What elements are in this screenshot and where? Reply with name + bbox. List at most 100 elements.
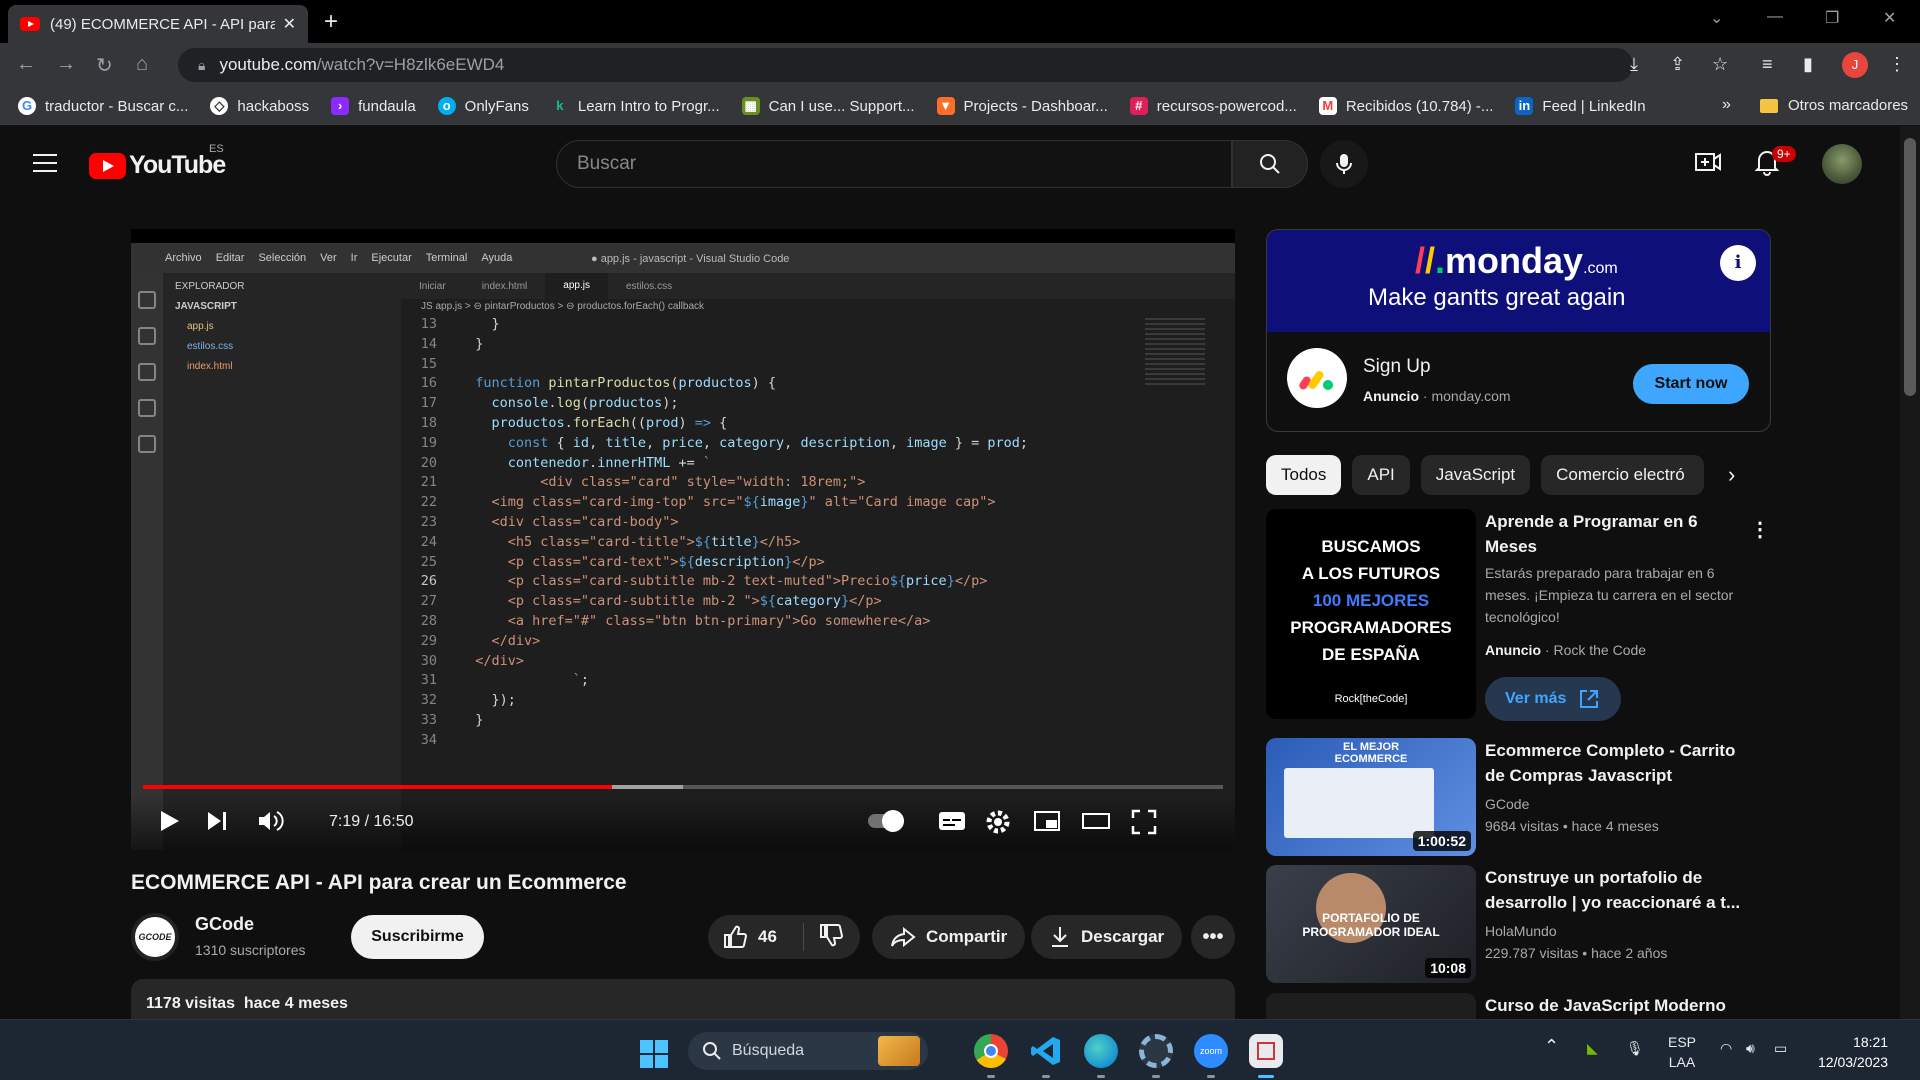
lock-icon[interactable]: 🔒︎ [198, 57, 205, 74]
chevron-right-icon[interactable]: › [1728, 462, 1735, 488]
bookmark-8[interactable]: # recursos-powercod... [1129, 97, 1297, 115]
channel-name[interactable]: GCode [195, 914, 254, 935]
bookmark-9[interactable]: M Recibidos (10.784) -... [1318, 97, 1493, 115]
browser-tab[interactable]: (49) ECOMMERCE API - API para crear un E… [8, 5, 308, 43]
back-button[interactable]: ← [16, 53, 36, 76]
subtitles-icon[interactable] [937, 809, 967, 833]
scrollbar-thumb[interactable] [1904, 138, 1916, 396]
profile-avatar[interactable]: J [1842, 52, 1868, 78]
menu-icon[interactable] [33, 154, 57, 172]
chevron-up-icon[interactable]: ⌃ [1544, 1036, 1559, 1057]
home-button[interactable]: ⌂ [136, 53, 148, 76]
channel-name[interactable]: GCode [1485, 796, 1529, 812]
tab-search-icon[interactable]: ⌄ [1710, 8, 1723, 28]
video-title[interactable]: Curso de JavaScript Moderno [1485, 993, 1755, 1018]
create-video-icon[interactable] [1694, 148, 1722, 176]
share-button[interactable]: Compartir [872, 915, 1026, 959]
bookmark-3[interactable]: › fundaula [331, 97, 416, 115]
windows-start-icon[interactable] [640, 1040, 668, 1068]
miniplayer-icon[interactable] [1033, 809, 1061, 833]
bookmarks-overflow-button[interactable]: » [1722, 96, 1731, 114]
media-control-icon[interactable]: ≡ [1762, 54, 1773, 75]
settings-app-icon[interactable] [1139, 1034, 1173, 1068]
more-vertical-icon[interactable]: ⋮ [1750, 517, 1770, 542]
reload-button[interactable]: ↻ [96, 53, 113, 78]
snipping-tool-icon[interactable] [1249, 1034, 1283, 1068]
start-now-button[interactable]: Start now [1633, 364, 1749, 404]
voice-search-button[interactable] [1320, 140, 1368, 188]
other-bookmarks[interactable]: Otros marcadores [1760, 97, 1908, 114]
vscode-app-icon[interactable] [1029, 1034, 1063, 1068]
search-button[interactable] [1232, 140, 1308, 188]
video-thumbnail[interactable]: PORTAFOLIO DE PROGRAMADOR IDEAL 10:08 [1266, 865, 1476, 983]
settings-gear-icon[interactable] [985, 809, 1011, 835]
bookmark-2[interactable]: ◇ hackaboss [210, 97, 309, 115]
bookmark-4[interactable]: o OnlyFans [437, 97, 529, 115]
ad-title[interactable]: Aprende a Programar en 6 Meses [1485, 509, 1735, 559]
user-avatar[interactable] [1822, 144, 1862, 184]
forward-button[interactable]: → [56, 53, 76, 76]
volume-icon[interactable] [257, 809, 285, 833]
language-indicator[interactable]: ESP LAA [1668, 1032, 1696, 1072]
recommendation-item[interactable]: EL MEJOR ECOMMERCE 1:00:52 Ecommerce Com… [1266, 738, 1771, 856]
sponsored-recommendation[interactable]: BUSCAMOS A LOS FUTUROS 100 MEJORES PROGR… [1266, 509, 1771, 729]
bookmark-6[interactable]: ▦ Can I use... Support... [741, 97, 915, 115]
video-player[interactable]: Archivo Editar Selección Ver Ir Ejecutar… [131, 229, 1235, 850]
video-thumbnail[interactable] [1266, 993, 1476, 1019]
speaker-icon[interactable]: 🔊︎ [1746, 1040, 1755, 1057]
play-icon[interactable] [159, 809, 181, 833]
edge-app-icon[interactable] [1084, 1034, 1118, 1068]
recommendation-item[interactable]: PORTAFOLIO DE PROGRAMADOR IDEAL 10:08 Co… [1266, 865, 1771, 983]
monday-ad[interactable]: //.monday.com Make gantts great again i … [1266, 229, 1771, 432]
dislike-button[interactable] [804, 922, 854, 953]
page-scrollbar[interactable] [1900, 126, 1920, 1019]
close-tab-icon[interactable]: ✕ [283, 14, 296, 34]
bookmark-10[interactable]: in Feed | LinkedIn [1515, 97, 1646, 115]
bookmark-7[interactable]: ▼ Projects - Dashboar... [936, 97, 1108, 115]
video-progress-bar[interactable] [143, 785, 1223, 789]
bookmark-1[interactable]: Gtraductor - Buscar c... [18, 97, 188, 115]
wifi-icon[interactable]: ◠ [1720, 1040, 1732, 1057]
video-thumbnail[interactable]: EL MEJOR ECOMMERCE 1:00:52 [1266, 738, 1476, 856]
channel-name[interactable]: HolaMundo [1485, 923, 1557, 939]
channel-avatar[interactable]: GCODE [131, 913, 179, 961]
new-tab-button[interactable]: + [324, 8, 338, 36]
ver-mas-button[interactable]: Ver más [1485, 677, 1621, 721]
install-icon[interactable]: ⤓ [1630, 54, 1638, 75]
bookmark-5[interactable]: k Learn Intro to Progr... [551, 97, 719, 115]
search-input[interactable]: Buscar [556, 140, 1232, 188]
youtube-logo[interactable]: YouTube ES [89, 143, 226, 180]
share-icon[interactable]: ⇪ [1670, 54, 1685, 75]
fullscreen-icon[interactable] [1131, 809, 1157, 835]
battery-icon[interactable]: ▭ [1774, 1040, 1787, 1057]
bookmark-star-icon[interactable]: ☆ [1712, 54, 1728, 75]
theater-mode-icon[interactable] [1081, 809, 1111, 833]
taskbar-search[interactable]: Búsqueda [688, 1032, 928, 1070]
chrome-app-icon[interactable] [974, 1034, 1008, 1068]
clock[interactable]: 18:21 12/03/2023 [1818, 1032, 1888, 1072]
ad-banner[interactable]: //.monday.com Make gantts great again i [1267, 230, 1770, 332]
next-video-icon[interactable] [205, 809, 229, 833]
chip-comercio[interactable]: Comercio electró [1541, 455, 1705, 495]
chip-javascript[interactable]: JavaScript [1420, 455, 1531, 495]
autoplay-toggle[interactable] [868, 810, 904, 832]
ad-info-icon[interactable]: i [1720, 245, 1756, 281]
chrome-menu-icon[interactable]: ⋮ [1888, 54, 1906, 75]
recommendation-item[interactable]: Curso de JavaScript Moderno [1266, 993, 1771, 1019]
subscribe-button[interactable]: Suscribirme [351, 915, 484, 959]
video-title[interactable]: Construye un portafolio de desarrollo | … [1485, 865, 1755, 915]
url-bar[interactable]: 🔒︎ youtube.com /watch?v=H8zlk6eEWD4 [178, 48, 1633, 82]
ad-thumbnail[interactable]: BUSCAMOS A LOS FUTUROS 100 MEJORES PROGR… [1266, 509, 1476, 719]
minimize-button[interactable]: — [1767, 8, 1783, 26]
maximize-button[interactable]: ❐ [1825, 8, 1839, 28]
chip-api[interactable]: API [1352, 455, 1410, 495]
more-actions-button[interactable]: ••• [1191, 915, 1235, 959]
zoom-app-icon[interactable]: zoom [1194, 1034, 1228, 1068]
video-title[interactable]: Ecommerce Completo - Carrito de Compras … [1485, 738, 1755, 788]
chip-todos[interactable]: Todos [1266, 455, 1342, 495]
like-button[interactable]: 46 [708, 923, 804, 951]
side-panel-icon[interactable]: ▮ [1803, 54, 1813, 75]
close-window-button[interactable]: ✕ [1883, 8, 1896, 28]
nvidia-icon[interactable]: ◣ [1587, 1040, 1598, 1057]
microphone-icon[interactable]: 🎙︎ [1626, 1040, 1644, 1057]
